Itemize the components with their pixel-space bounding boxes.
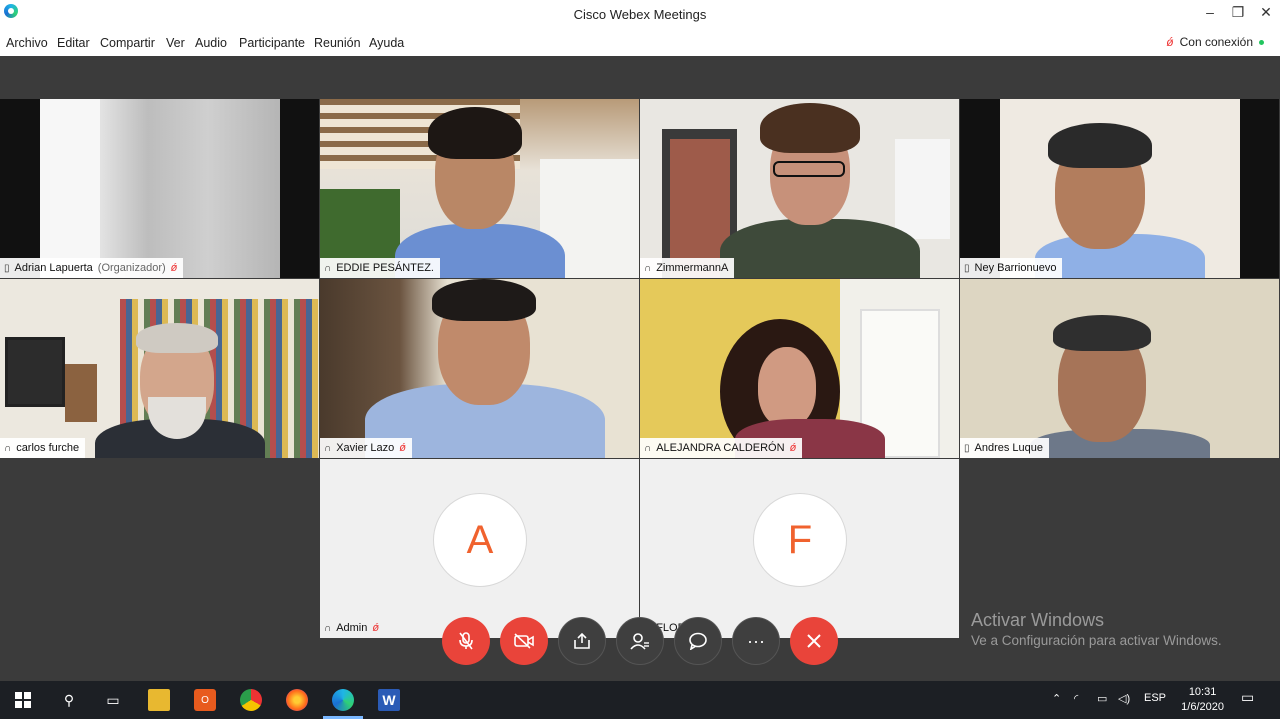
volume-icon[interactable]: ◁): [1118, 692, 1130, 705]
tray-chevron-icon[interactable]: ⌃: [1052, 692, 1061, 705]
video-button[interactable]: [500, 617, 548, 665]
phone-icon: ▯: [964, 262, 970, 274]
avatar: A: [433, 493, 527, 587]
more-icon: ···: [747, 630, 765, 651]
participant-name-tag: ∩ EDDIE PESÁNTEZ.: [320, 258, 440, 278]
microphone-muted-icon: ǿ: [372, 622, 380, 634]
participant-name-tag: ▯ Ney Barrionuevo: [960, 258, 1063, 278]
avatar-tile-flores[interactable]: F ∩ FLORES ǿ: [640, 459, 959, 638]
participant-name: Adrian Lapuerta: [14, 262, 93, 274]
outlook-icon[interactable]: O: [194, 689, 216, 711]
headset-icon: ∩: [644, 442, 652, 454]
menu-archivo[interactable]: Archivo: [6, 36, 48, 50]
battery-icon[interactable]: ▭: [1097, 692, 1107, 705]
task-view-icon[interactable]: ▭: [102, 689, 124, 711]
participants-icon: [630, 633, 649, 650]
restore-icon[interactable]: ❐: [1228, 4, 1248, 21]
avatar-tile-admin[interactable]: A ∩ Admin ǿ: [320, 459, 639, 638]
activation-watermark-title: Activar Windows: [971, 610, 1105, 630]
participants-button[interactable]: [616, 617, 664, 665]
windows-taskbar: ⚲ ▭ O W ⌃ ◜ ▭ ◁) ESP 10:31 1/6/2020 ▭: [0, 681, 1280, 719]
network-icon[interactable]: ◜: [1074, 692, 1078, 705]
clock-date: 1/6/2020: [1181, 701, 1224, 713]
menu-ver[interactable]: Ver: [166, 36, 185, 50]
language-indicator[interactable]: ESP: [1144, 692, 1166, 704]
menu-ayuda[interactable]: Ayuda: [369, 36, 404, 50]
end-meeting-button[interactable]: [790, 617, 838, 665]
participant-name: Admin: [336, 622, 368, 634]
connection-status[interactable]: ǿ Con conexión: [1166, 35, 1264, 49]
more-button[interactable]: ···: [732, 617, 780, 665]
chat-icon: [689, 632, 707, 650]
headset-icon: ∩: [4, 442, 12, 454]
video-tile-xavier-lazo[interactable]: ∩ Xavier Lazo ǿ: [320, 279, 639, 458]
video-tile-zimmermanna[interactable]: ∩ ZimmermannA: [640, 99, 959, 278]
clock-time: 10:31: [1188, 686, 1217, 698]
video-off-icon: [514, 633, 534, 649]
close-icon[interactable]: ✕: [1256, 4, 1276, 21]
close-icon: [807, 634, 821, 648]
participant-name-tag: ∩ Xavier Lazo ǿ: [320, 438, 413, 458]
chat-button[interactable]: [674, 617, 722, 665]
chrome-icon[interactable]: [240, 689, 262, 711]
video-tile-andres-luque[interactable]: ▯ Andres Luque: [960, 279, 1279, 458]
participant-name-tag: ∩ ALEJANDRA CALDERÓN ǿ: [640, 438, 803, 458]
participant-name-tag: ∩ ZimmermannA: [640, 258, 735, 278]
video-tile-alejandra-calderon[interactable]: ∩ ALEJANDRA CALDERÓN ǿ: [640, 279, 959, 458]
notification-icon[interactable]: ▭: [1241, 689, 1254, 706]
menu-participante[interactable]: Participante: [239, 36, 305, 50]
search-icon[interactable]: ⚲: [58, 689, 80, 711]
menu-audio[interactable]: Audio: [195, 36, 227, 50]
menu-compartir[interactable]: Compartir: [100, 36, 155, 50]
microphone-muted-icon: ǿ: [1166, 35, 1174, 49]
connection-status-label: Con conexión: [1179, 35, 1253, 49]
participant-role: (Organizador): [97, 262, 166, 274]
participant-name: EDDIE PESÁNTEZ.: [336, 262, 434, 274]
participant-name: ALEJANDRA CALDERÓN: [656, 442, 785, 454]
video-tile-eddie-pesantez[interactable]: ∩ EDDIE PESÁNTEZ.: [320, 99, 639, 278]
share-icon: [574, 632, 590, 649]
title-bar: Cisco Webex Meetings – ❐ ✕: [0, 0, 1280, 30]
word-icon[interactable]: W: [378, 689, 400, 711]
microphone-muted-icon: ǿ: [789, 442, 797, 454]
headset-icon: ∩: [324, 622, 332, 634]
participant-name-tag: ▯ Adrian Lapuerta (Organizador) ǿ: [0, 258, 184, 278]
microphone-muted-icon: ǿ: [170, 262, 178, 274]
windows-start-icon[interactable]: [12, 689, 34, 711]
participant-name: carlos furche: [16, 442, 80, 454]
participant-name: Andres Luque: [974, 442, 1044, 454]
video-tile-carlos-furche[interactable]: ∩ carlos furche: [0, 279, 319, 458]
video-tile-adrian-lapuerta[interactable]: ▯ Adrian Lapuerta (Organizador) ǿ: [0, 99, 319, 278]
participant-name: ZimmermannA: [656, 262, 729, 274]
participant-name: Ney Barrionuevo: [974, 262, 1057, 274]
window-title: Cisco Webex Meetings: [573, 7, 707, 22]
mute-button[interactable]: [442, 617, 490, 665]
participant-name-tag: ∩ Admin ǿ: [320, 618, 385, 638]
participant-name: Xavier Lazo: [336, 442, 395, 454]
menu-editar[interactable]: Editar: [57, 36, 90, 50]
clock[interactable]: 10:31 1/6/2020: [1181, 685, 1224, 715]
phone-icon: ▯: [4, 262, 10, 274]
menu-bar: Archivo Editar Compartir Ver Audio Parti…: [0, 30, 1280, 56]
participant-name-tag: ▯ Andres Luque: [960, 438, 1050, 458]
headset-icon: ∩: [644, 262, 652, 274]
participant-name-tag: ∩ carlos furche: [0, 438, 86, 458]
avatar: F: [753, 493, 847, 587]
firefox-icon[interactable]: [286, 689, 308, 711]
phone-icon: ▯: [964, 442, 970, 454]
webex-taskbar-icon[interactable]: [332, 689, 354, 711]
connection-dot-icon: [1259, 39, 1264, 45]
activation-watermark-text: Ve a Configuración para activar Windows.: [971, 633, 1222, 648]
file-explorer-icon[interactable]: [148, 689, 170, 711]
microphone-off-icon: [459, 632, 473, 650]
share-button[interactable]: [558, 617, 606, 665]
minimize-icon[interactable]: –: [1200, 4, 1220, 20]
video-tile-ney-barrionuevo[interactable]: ▯ Ney Barrionuevo: [960, 99, 1279, 278]
microphone-muted-icon: ǿ: [399, 442, 407, 454]
menu-reunion[interactable]: Reunión: [314, 36, 361, 50]
headset-icon: ∩: [324, 442, 332, 454]
headset-icon: ∩: [324, 262, 332, 274]
